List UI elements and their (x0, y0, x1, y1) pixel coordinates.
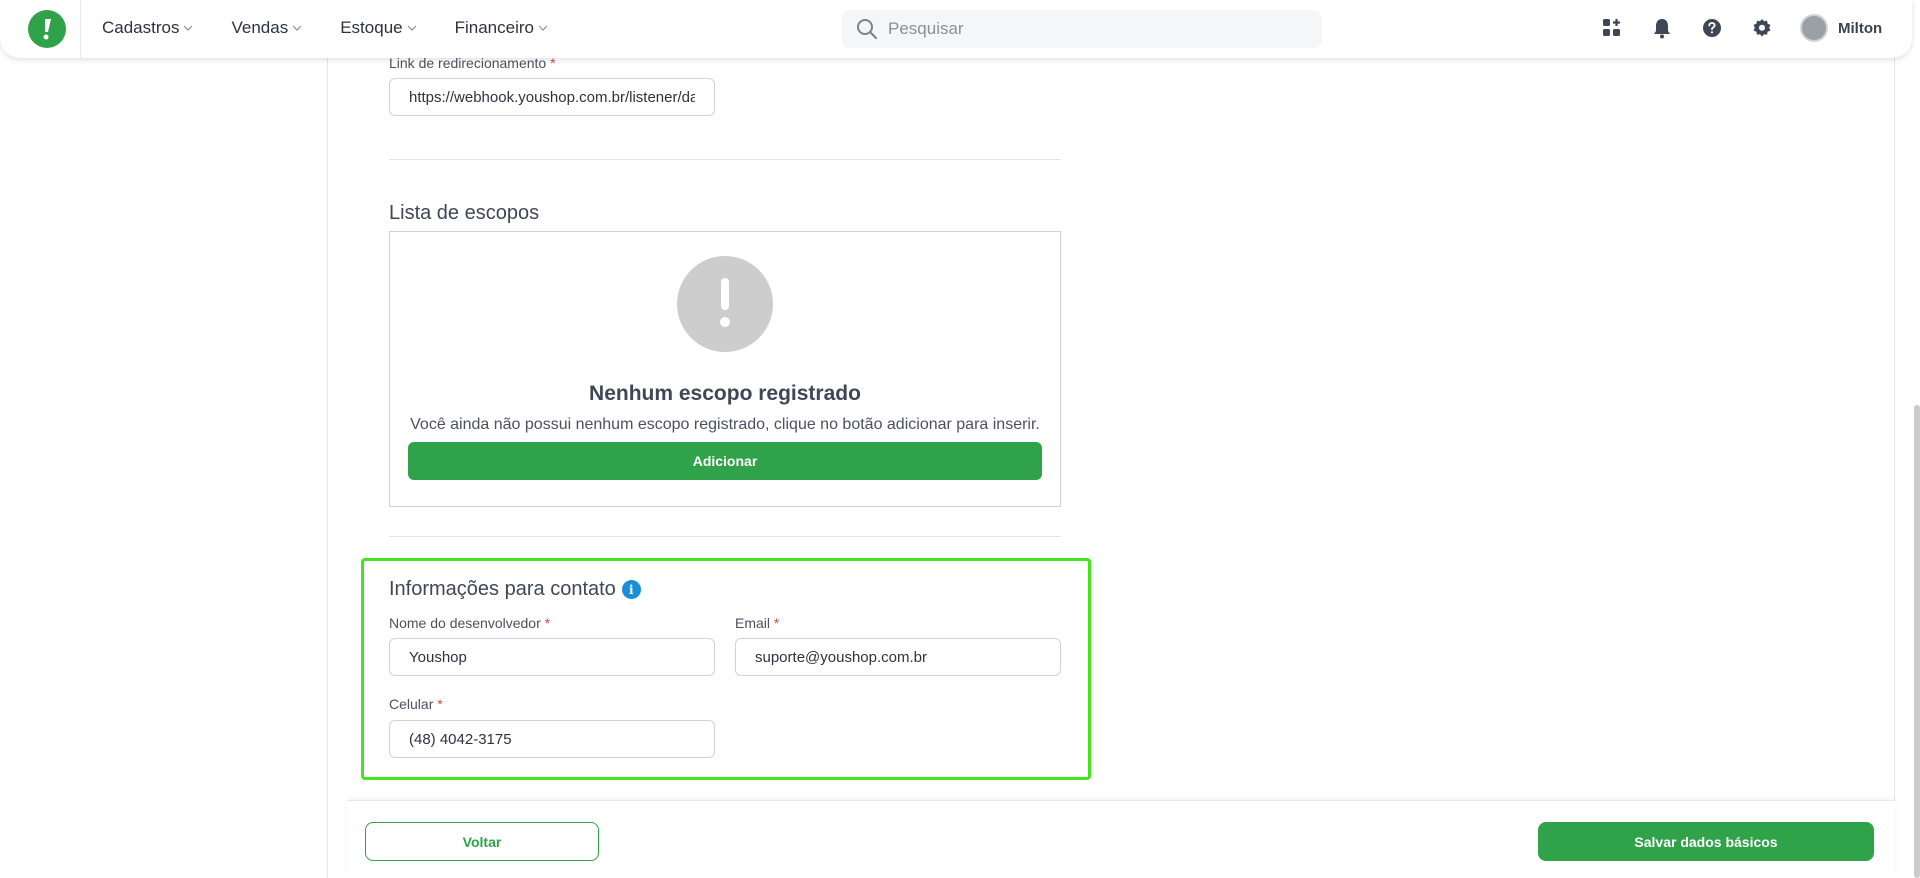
top-navbar: Cadastros Vendas Estoque Financeiro Pesq… (0, 0, 1912, 58)
field-label-text: Celular (389, 696, 434, 712)
nav-item-cadastros[interactable]: Cadastros (102, 18, 193, 38)
email-field[interactable] (735, 638, 1061, 676)
nav-item-estoque[interactable]: Estoque (340, 18, 417, 38)
back-button[interactable]: Voltar (365, 822, 599, 861)
phone-input[interactable] (389, 720, 715, 758)
chevron-down-icon (184, 25, 193, 31)
developer-name-label: Nome do desenvolvedor * (389, 615, 550, 631)
content-left-border (327, 0, 328, 878)
developer-name-input[interactable] (389, 638, 715, 676)
form-footer: Voltar Salvar dados básicos (347, 800, 1895, 878)
required-mark: * (437, 696, 443, 712)
add-scope-button[interactable]: Adicionar (408, 442, 1042, 480)
chevron-down-icon (538, 25, 548, 31)
field-label-text: Email (735, 615, 771, 631)
content-right-border (1894, 0, 1895, 800)
apps-icon[interactable] (1600, 16, 1624, 40)
section-divider (389, 536, 1061, 537)
required-mark: * (773, 615, 780, 631)
email-label: Email * (735, 615, 779, 631)
nav-item-label: Cadastros (102, 18, 180, 37)
info-icon[interactable]: i (621, 580, 641, 599)
redirect-link-input[interactable] (389, 78, 715, 116)
user-menu[interactable]: Milton (1800, 14, 1882, 42)
nav-item-label: Vendas (231, 18, 289, 37)
search-input[interactable] (888, 19, 1288, 39)
field-label-text: Nome do desenvolvedor (389, 615, 541, 631)
exclamation-icon (677, 256, 773, 352)
nav-item-label: Estoque (340, 18, 403, 37)
contact-section-header: Informações para contato i (389, 578, 641, 601)
required-mark: * (544, 615, 551, 631)
scopes-section-title: Lista de escopos (389, 202, 540, 224)
save-basic-data-button[interactable]: Salvar dados básicos (1538, 822, 1874, 861)
header-actions (1600, 16, 1774, 40)
help-icon[interactable] (1700, 16, 1724, 40)
gear-icon[interactable] (1750, 16, 1774, 40)
chevron-down-icon (292, 25, 302, 31)
logo-divider (80, 0, 81, 58)
chevron-down-icon (407, 25, 417, 31)
user-name: Milton (1838, 19, 1883, 37)
phone-label: Celular * (389, 696, 443, 712)
empty-state-title: Nenhum escopo registrado (589, 382, 861, 405)
scopes-list: Nenhum escopo registrado Você ainda não … (389, 231, 1061, 507)
search-bar (842, 10, 1322, 48)
search-icon (857, 19, 878, 40)
nav-item-label: Financeiro (454, 18, 534, 37)
main-nav: Cadastros Vendas Estoque Financeiro (102, 18, 548, 38)
contact-section-title: Informações para contato (389, 578, 616, 600)
avatar (1800, 14, 1828, 42)
empty-state-description: Você ainda não possui nenhum escopo regi… (410, 416, 1040, 433)
exclamation-logo-icon[interactable] (28, 10, 66, 48)
bell-icon[interactable] (1650, 16, 1674, 40)
nav-item-vendas[interactable]: Vendas (231, 18, 302, 38)
nav-item-financeiro[interactable]: Financeiro (455, 18, 548, 38)
section-divider (389, 159, 1061, 160)
page-scrollbar[interactable] (1914, 405, 1920, 878)
